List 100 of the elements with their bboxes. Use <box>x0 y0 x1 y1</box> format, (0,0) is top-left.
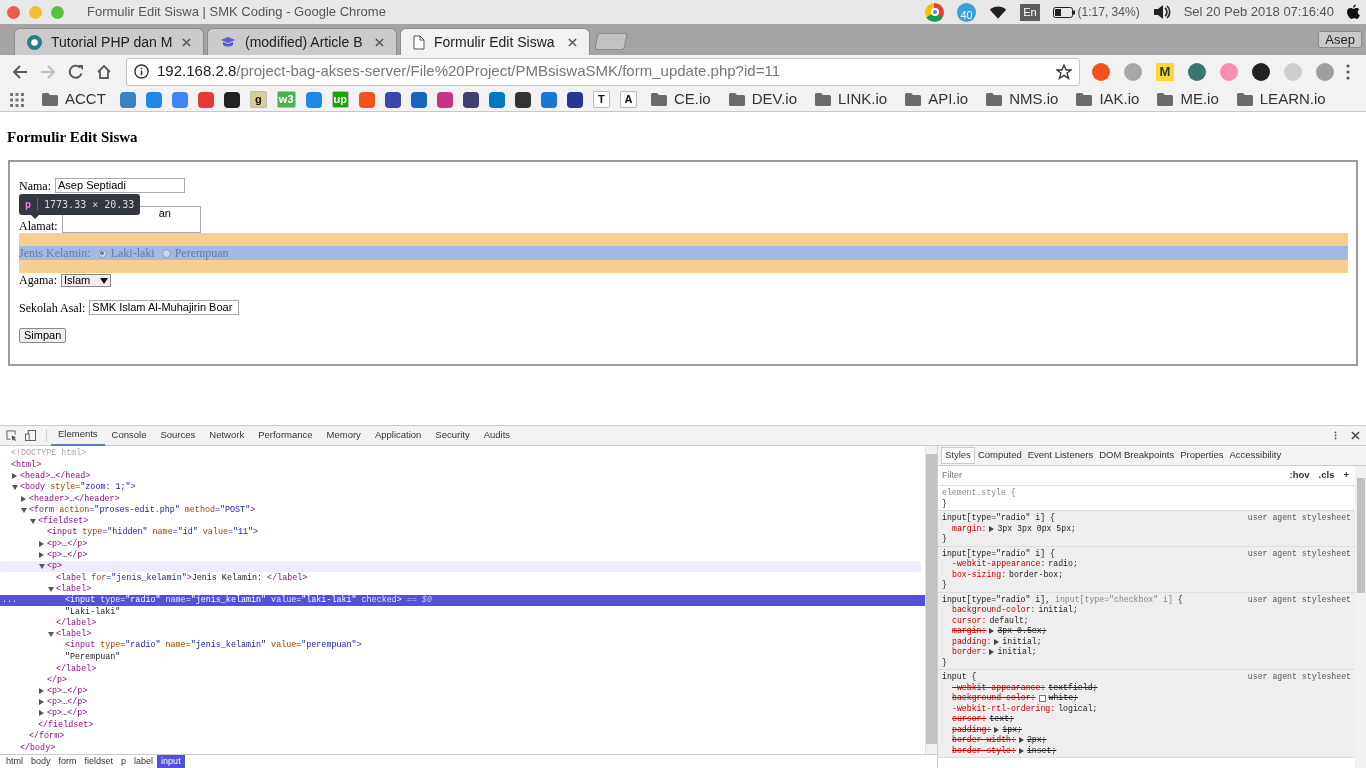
wifi-icon[interactable] <box>989 4 1008 20</box>
tile-icon[interactable] <box>411 91 427 108</box>
styles-subtab[interactable]: Styles <box>941 447 975 464</box>
styles-subtab[interactable]: Event Listeners <box>1024 447 1097 464</box>
info-icon[interactable] <box>134 64 149 79</box>
tile-icon[interactable] <box>145 91 162 108</box>
back-arrow-icon[interactable] <box>12 63 28 80</box>
triangle-right-icon[interactable] <box>994 726 1000 733</box>
radio-button-checked[interactable] <box>97 248 107 258</box>
bookmark-folder[interactable]: API.io <box>905 88 969 111</box>
star-icon[interactable] <box>1056 63 1072 80</box>
close-icon[interactable] <box>182 37 191 47</box>
dom-node-row[interactable]: <label for="jenis_kelamin">Jenis Kelamin: </label> <box>0 572 925 584</box>
tile-icon[interactable] <box>489 91 505 108</box>
browser-tab[interactable]: Tutorial PHP dan M <box>14 28 204 55</box>
tile-icon[interactable] <box>385 91 401 108</box>
bookmark-folder[interactable]: ACCT <box>42 88 106 111</box>
save-button[interactable]: Simpan <box>19 328 67 343</box>
color-swatch[interactable] <box>1038 694 1046 702</box>
close-icon[interactable] <box>375 37 384 47</box>
clock[interactable]: Sel 20 Peb 2018 07:16:40 <box>1183 2 1334 22</box>
dom-node-row[interactable]: "Laki-laki" <box>0 606 925 618</box>
bookmark-folder[interactable]: CE.io <box>651 88 711 111</box>
dom-node-row[interactable]: <header>…</header> <box>0 493 925 505</box>
devtools-tab[interactable]: Audits <box>476 425 518 446</box>
dom-node-row[interactable]: <fieldset> <box>0 515 925 528</box>
triangle-down-icon[interactable] <box>21 507 27 513</box>
triangle-right-icon[interactable] <box>1018 747 1024 754</box>
devtools-tab[interactable]: Performance <box>251 425 320 446</box>
triangle-right-icon[interactable] <box>39 687 44 694</box>
battery-icon[interactable] <box>1052 6 1075 18</box>
filter-field[interactable]: Filter <box>942 468 1281 483</box>
dom-node-row[interactable]: <head>…</head> <box>0 470 925 482</box>
device-icon[interactable] <box>25 430 36 441</box>
home-icon[interactable] <box>96 63 112 80</box>
bookmark-folder[interactable]: IAK.io <box>1076 88 1140 111</box>
triangle-right-icon[interactable] <box>994 638 1000 645</box>
styles-subtab[interactable]: Accessibility <box>1226 447 1285 464</box>
triangle-down-icon[interactable] <box>12 485 18 491</box>
close-icon[interactable] <box>568 37 577 47</box>
dom-node-row[interactable]: ... <input type="radio" name="jenis_kelamin" value="laki-laki" checked> == $0 <box>0 594 925 607</box>
dom-node-row[interactable]: <form action="proses-edit.php" method="POST"> <box>0 504 925 516</box>
bookmark-logo[interactable]: T <box>593 91 610 108</box>
close-window-button[interactable] <box>7 5 20 19</box>
scrollbar[interactable] <box>925 446 937 754</box>
styles-toolbar-button[interactable]: .cls <box>1318 468 1335 483</box>
dom-node-row[interactable]: <html> <box>0 459 925 471</box>
triangle-right-icon[interactable] <box>989 525 995 532</box>
triangle-down-icon[interactable] <box>39 564 45 570</box>
devtools-tab[interactable]: Console <box>104 425 154 446</box>
bookmark-folder[interactable]: ME.io <box>1157 88 1219 111</box>
tile-icon[interactable] <box>567 91 583 108</box>
breadcrumb-item[interactable]: p <box>117 754 131 768</box>
bookmark-folder[interactable]: LEARN.io <box>1236 88 1326 111</box>
tile-icon[interactable] <box>197 91 214 108</box>
dom-node-row[interactable]: <input type="radio" name="jenis_kelamin" value="perempuan"> <box>0 640 925 652</box>
scrollbar[interactable] <box>1355 466 1366 768</box>
dom-node-row[interactable]: <p>…</p> <box>0 696 925 708</box>
dom-node-row[interactable]: <body style="zoom: 1;"> <box>0 481 925 494</box>
styles-subtab[interactable]: DOM Breakpoints <box>1096 447 1178 464</box>
reload-icon[interactable] <box>68 63 84 80</box>
triangle-right-icon[interactable] <box>12 473 17 480</box>
styles-subtab[interactable]: Properties <box>1177 447 1227 464</box>
devtools-tab[interactable]: Sources <box>153 425 203 446</box>
triangle-right-icon[interactable] <box>39 541 44 547</box>
breadcrumb-item[interactable]: form <box>54 754 81 768</box>
styles-toolbar-button[interactable]: :hov <box>1289 468 1310 483</box>
dom-node-row[interactable]: <p>…</p> <box>0 707 925 720</box>
apps-grid-icon[interactable] <box>10 92 24 107</box>
extension-logo[interactable]: M <box>1156 62 1174 81</box>
breadcrumb-item[interactable]: input <box>157 754 185 768</box>
keyboard-layout[interactable]: En <box>1020 3 1040 21</box>
dom-node-row[interactable]: <p> <box>0 560 921 573</box>
ellipsis-marker[interactable]: ... <box>2 594 18 607</box>
bookmark-folder[interactable]: NMS.io <box>986 88 1059 111</box>
breadcrumb-item[interactable]: label <box>130 754 158 768</box>
tile-icon[interactable] <box>223 91 240 108</box>
tile-icon[interactable] <box>171 91 188 108</box>
triangle-right-icon[interactable] <box>989 649 995 656</box>
tile-icon[interactable] <box>463 91 479 108</box>
dom-node-row[interactable]: <p>…</p> <box>0 685 925 697</box>
triangle-right-icon[interactable] <box>39 699 44 706</box>
radio-button[interactable] <box>161 248 171 258</box>
devtools-tab[interactable]: Network <box>202 425 252 446</box>
tile-icon[interactable] <box>515 91 531 108</box>
browser-tab[interactable]: Formulir Edit Siswa <box>400 28 590 55</box>
profile-button[interactable]: Asep <box>1318 31 1362 48</box>
triangle-down-icon[interactable] <box>30 518 36 524</box>
triangle-right-icon[interactable] <box>1018 737 1024 744</box>
tile-icon[interactable] <box>437 91 453 108</box>
triangle-right-icon[interactable] <box>989 628 995 635</box>
dom-node-row[interactable]: <input type="hidden" name="id" value="11"> <box>0 527 925 539</box>
devtools-tab[interactable]: Security <box>428 425 477 446</box>
dom-node-row[interactable]: <p>…</p> <box>0 538 925 550</box>
browser-tab[interactable]: (modified) Article B <box>207 28 397 55</box>
dropdown[interactable]: Islam <box>61 274 111 287</box>
dom-node-row[interactable]: <label> <box>0 628 925 641</box>
menu-icon[interactable] <box>1334 430 1337 441</box>
close-icon[interactable] <box>1351 431 1360 440</box>
menu-icon[interactable] <box>1346 63 1350 80</box>
